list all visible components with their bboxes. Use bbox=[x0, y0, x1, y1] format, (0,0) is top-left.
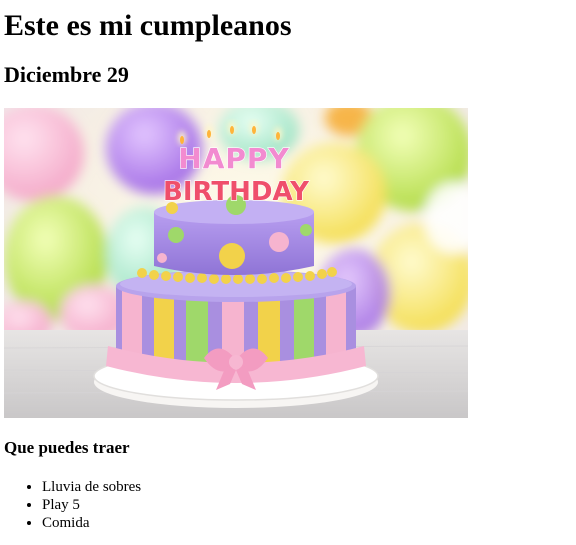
date-heading: Diciembre 29 bbox=[4, 62, 129, 87]
happy-candle-letters: HAPPY bbox=[178, 142, 289, 175]
bring-list-heading: Que puedes traer bbox=[4, 438, 130, 457]
list-item: Play 5 bbox=[42, 496, 572, 514]
bring-list: Lluvia de sobres Play 5 Comida bbox=[4, 478, 572, 532]
svg-text:HAPPY: HAPPY bbox=[178, 142, 289, 175]
list-item: Comida bbox=[42, 514, 572, 532]
birthday-candle-letters: BIRTHDAY bbox=[163, 177, 310, 207]
svg-text:BIRTHDAY: BIRTHDAY bbox=[163, 177, 310, 207]
birthday-cake-image: HAPPY BIRTHDAY bbox=[4, 108, 468, 418]
page-content: Este es mi cumpleanos Diciembre 29 HAPPY… bbox=[0, 0, 576, 532]
page-title: Este es mi cumpleanos bbox=[4, 9, 292, 42]
list-item: Lluvia de sobres bbox=[42, 478, 572, 496]
